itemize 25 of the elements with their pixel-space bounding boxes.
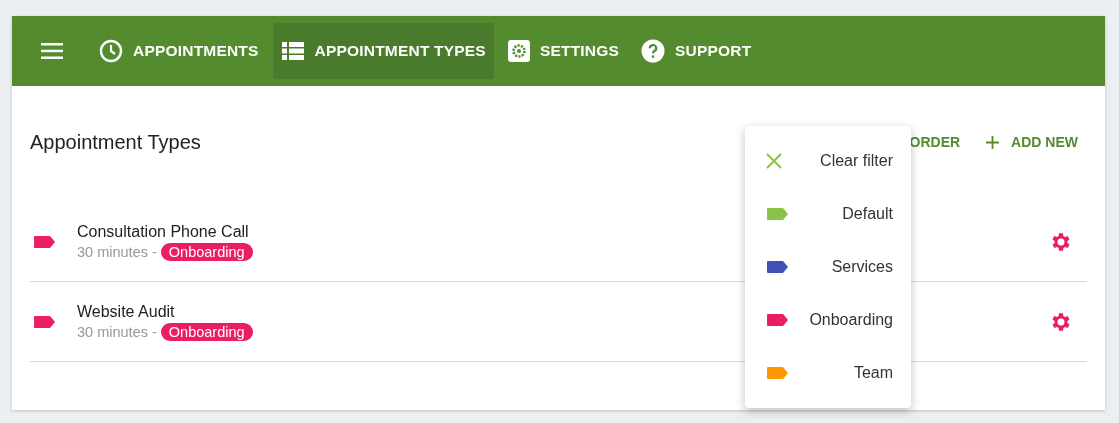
category-badge: Onboarding — [160, 242, 253, 261]
nav-tab[interactable]: APPOINTMENTS — [91, 23, 267, 79]
type-name: Consultation Phone Call — [77, 222, 249, 241]
menu-item[interactable]: Team — [745, 351, 911, 395]
gear-icon — [507, 40, 530, 62]
duration-text: 30 minutes - — [77, 323, 157, 340]
menu-item[interactable]: Default — [745, 192, 911, 236]
category-badge: Onboarding — [160, 322, 253, 341]
nav-tab[interactable]: SETTINGS — [499, 23, 627, 79]
nav-tab[interactable]: APPOINTMENT TYPES — [272, 23, 494, 79]
list-icon — [280, 41, 305, 61]
clock-icon — [99, 39, 123, 63]
menu-icon[interactable] — [41, 43, 63, 59]
close-icon — [766, 153, 782, 169]
menu-item[interactable]: Onboarding — [745, 298, 911, 342]
action-button[interactable]: ADD NEW — [986, 134, 1078, 150]
type-name: Website Audit — [77, 302, 175, 321]
duration-text: 30 minutes - — [77, 243, 157, 260]
menu-item[interactable]: Clear filter — [745, 139, 911, 183]
help-icon — [641, 39, 665, 63]
page-title: Appointment Types — [30, 130, 201, 154]
menu-item[interactable]: Services — [745, 245, 911, 289]
plus-icon — [986, 135, 1000, 149]
nav-tab[interactable]: SUPPORT — [633, 23, 760, 79]
action-button[interactable]: ORDER — [909, 134, 961, 150]
